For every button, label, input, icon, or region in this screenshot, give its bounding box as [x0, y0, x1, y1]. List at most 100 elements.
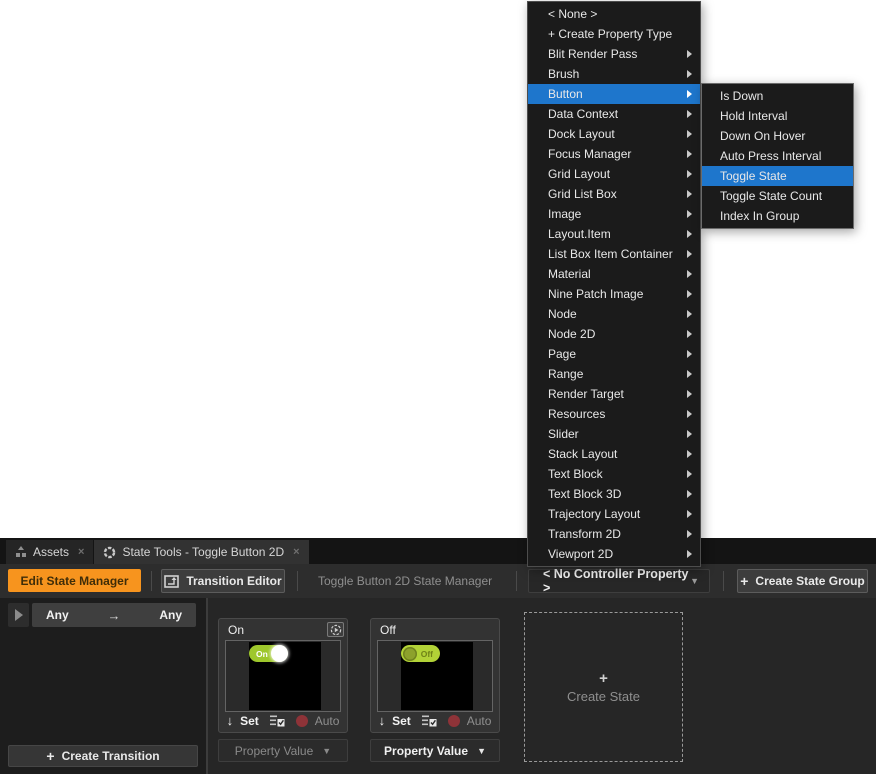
- toggle-knob: [403, 647, 417, 661]
- tab-assets[interactable]: Assets ×: [6, 540, 93, 564]
- submenu-item[interactable]: Toggle State Count: [702, 186, 853, 206]
- transition-editor-button[interactable]: Transition Editor: [161, 569, 285, 593]
- create-state-label: Create State: [567, 689, 640, 704]
- edit-state-manager-button[interactable]: Edit State Manager: [8, 569, 141, 592]
- button-property-submenu: Is Down Hold Interval Down On Hover Auto…: [701, 83, 854, 229]
- state-title: On: [228, 623, 244, 637]
- chevron-down-icon: ▼: [322, 746, 331, 756]
- menu-item-label: Stack Layout: [548, 447, 687, 461]
- transition-to: Any: [159, 608, 182, 622]
- auto-record-indicator[interactable]: [296, 715, 308, 727]
- menu-item[interactable]: Viewport 2D: [528, 544, 700, 564]
- submenu-arrow-icon: [687, 490, 692, 498]
- submenu-arrow-icon: [687, 190, 692, 198]
- create-transition-button[interactable]: + Create Transition: [8, 745, 198, 767]
- submenu-item[interactable]: Toggle State: [702, 166, 853, 186]
- menu-item[interactable]: Grid List Box: [528, 184, 700, 204]
- auto-label: Auto: [467, 714, 492, 728]
- menu-item-label: Render Target: [548, 387, 687, 401]
- menu-item[interactable]: < None >: [528, 4, 700, 24]
- property-value-dropdown-off[interactable]: Property Value ▼: [370, 739, 500, 762]
- property-value-dropdown-on[interactable]: Property Value ▼: [218, 739, 348, 762]
- submenu-arrow-icon: [687, 110, 692, 118]
- panel-divider: [206, 598, 208, 774]
- menu-item[interactable]: + Create Property Type: [528, 24, 700, 44]
- submenu-item-label: Index In Group: [720, 209, 845, 223]
- menu-item[interactable]: Button: [528, 84, 700, 104]
- menu-item-label: Focus Manager: [548, 147, 687, 161]
- menu-item[interactable]: Dock Layout: [528, 124, 700, 144]
- toolbar-separator: [723, 571, 724, 591]
- menu-item-label: Button: [548, 87, 687, 101]
- menu-item[interactable]: List Box Item Container: [528, 244, 700, 264]
- set-button[interactable]: Set: [392, 714, 411, 728]
- menu-item[interactable]: Image: [528, 204, 700, 224]
- submenu-arrow-icon: [687, 410, 692, 418]
- create-state-button[interactable]: + Create State: [524, 612, 683, 762]
- submenu-arrow-icon: [687, 230, 692, 238]
- tab-bar: Assets × State Tools - Toggle Button 2D …: [0, 538, 876, 564]
- state-manager-title: Toggle Button 2D State Manager: [318, 564, 492, 598]
- menu-item-label: Image: [548, 207, 687, 221]
- menu-item[interactable]: Focus Manager: [528, 144, 700, 164]
- controller-property-dropdown[interactable]: < No Controller Property > ▼: [528, 569, 710, 593]
- menu-item[interactable]: Text Block 3D: [528, 484, 700, 504]
- create-state-group-button[interactable]: + Create State Group: [737, 569, 868, 593]
- menu-item-label: Range: [548, 367, 687, 381]
- property-value-label: Property Value: [384, 744, 468, 758]
- menu-item[interactable]: Node 2D: [528, 324, 700, 344]
- record-properties-icon[interactable]: [422, 714, 437, 727]
- menu-item[interactable]: Trajectory Layout: [528, 504, 700, 524]
- record-properties-icon[interactable]: [270, 714, 285, 727]
- chevron-down-icon: ▼: [690, 576, 699, 586]
- tab-state-tools[interactable]: State Tools - Toggle Button 2D ×: [94, 540, 308, 564]
- menu-item-label: < None >: [548, 7, 687, 21]
- menu-item[interactable]: Slider: [528, 424, 700, 444]
- menu-item[interactable]: Text Block: [528, 464, 700, 484]
- submenu-item[interactable]: Is Down: [702, 86, 853, 106]
- toggle-button-off: Off: [401, 645, 440, 662]
- state-card-on[interactable]: On On ↓ Set: [218, 618, 348, 733]
- auto-record-indicator[interactable]: [448, 715, 460, 727]
- toggle-label: On: [256, 649, 268, 659]
- menu-item[interactable]: Page: [528, 344, 700, 364]
- menu-item[interactable]: Data Context: [528, 104, 700, 124]
- menu-item[interactable]: Render Target: [528, 384, 700, 404]
- menu-item-label: Trajectory Layout: [548, 507, 687, 521]
- toolbar-separator: [516, 571, 517, 591]
- menu-item[interactable]: Grid Layout: [528, 164, 700, 184]
- menu-item[interactable]: Node: [528, 304, 700, 324]
- submenu-item[interactable]: Index In Group: [702, 206, 853, 226]
- toolbar-separator: [297, 571, 298, 591]
- menu-item[interactable]: Layout.Item: [528, 224, 700, 244]
- submenu-item-label: Down On Hover: [720, 129, 845, 143]
- menu-item-label: Nine Patch Image: [548, 287, 687, 301]
- submenu-item[interactable]: Auto Press Interval: [702, 146, 853, 166]
- submenu-arrow-icon: [687, 170, 692, 178]
- set-button[interactable]: Set: [240, 714, 259, 728]
- plus-icon: +: [46, 749, 54, 763]
- submenu-arrow-icon: [687, 350, 692, 358]
- property-type-menu: < None > + Create Property Type Blit Ren…: [527, 1, 701, 567]
- menu-item[interactable]: Resources: [528, 404, 700, 424]
- submenu-item[interactable]: Hold Interval: [702, 106, 853, 126]
- transition-row-any-any[interactable]: Any → Any: [32, 603, 196, 627]
- submenu-arrow-icon: [687, 310, 692, 318]
- submenu-arrow-icon: [687, 330, 692, 338]
- play-transition-button[interactable]: [8, 603, 29, 627]
- menu-item-label: + Create Property Type: [548, 27, 687, 41]
- state-card-off[interactable]: Off Off ↓ Set Auto: [370, 618, 500, 733]
- menu-item[interactable]: Brush: [528, 64, 700, 84]
- menu-item[interactable]: Nine Patch Image: [528, 284, 700, 304]
- submenu-item[interactable]: Down On Hover: [702, 126, 853, 146]
- menu-item[interactable]: Material: [528, 264, 700, 284]
- menu-item[interactable]: Transform 2D: [528, 524, 700, 544]
- tab-state-tools-close-icon[interactable]: ×: [293, 546, 299, 558]
- menu-item-label: Dock Layout: [548, 127, 687, 141]
- submenu-arrow-icon: [687, 210, 692, 218]
- tab-assets-close-icon[interactable]: ×: [78, 546, 84, 558]
- menu-item[interactable]: Range: [528, 364, 700, 384]
- menu-item[interactable]: Blit Render Pass: [528, 44, 700, 64]
- active-state-button[interactable]: [327, 622, 344, 637]
- menu-item[interactable]: Stack Layout: [528, 444, 700, 464]
